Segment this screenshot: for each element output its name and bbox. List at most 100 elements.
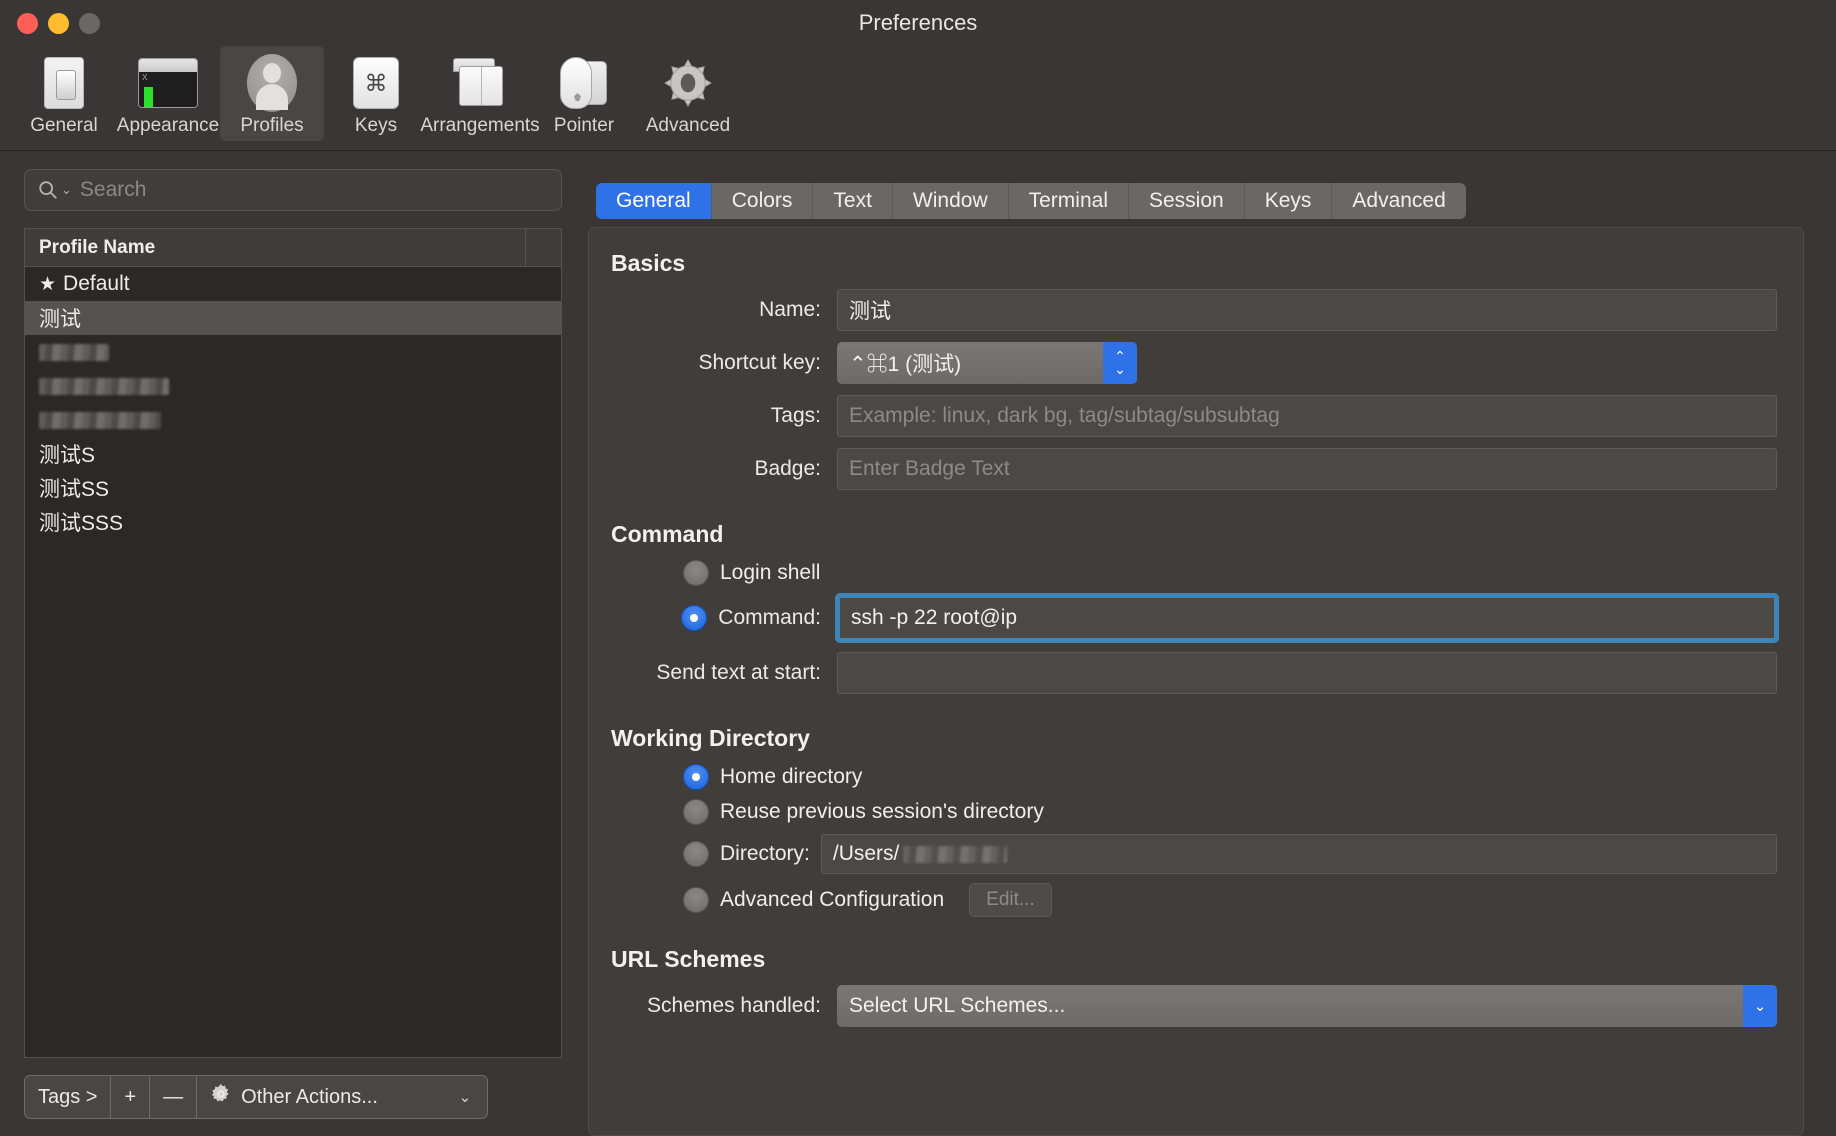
profiles-icon: [247, 52, 297, 114]
profile-actions-segmented-control: Tags > + — Other Actions... ⌄: [24, 1075, 489, 1119]
directory-label: Directory:: [720, 842, 810, 865]
tab-colors[interactable]: Colors: [711, 183, 814, 219]
profile-settings-pane: General Colors Text Window Terminal Sess…: [580, 151, 1836, 1136]
toolbar-label-advanced: Advanced: [645, 115, 731, 136]
profile-name: 测试SS: [39, 478, 110, 501]
login-shell-label: Login shell: [720, 561, 821, 584]
profile-row[interactable]: 测试SS: [25, 471, 561, 505]
directory-option[interactable]: Directory: /Users/: [683, 834, 1777, 874]
schemes-handled-row: Schemes handled: Select URL Schemes... ⌄: [611, 985, 1777, 1027]
home-directory-radio[interactable]: [683, 764, 709, 790]
profile-name: Default: [63, 272, 130, 295]
reuse-directory-option[interactable]: Reuse previous session's directory: [683, 799, 1777, 825]
toolbar-label-keys: Keys: [354, 115, 398, 136]
toolbar-item-advanced[interactable]: Advanced: [636, 46, 740, 141]
tags-input[interactable]: Example: linux, dark bg, tag/subtag/subs…: [837, 395, 1777, 437]
shortcut-key-value: ⌃⌘1 (测试): [849, 353, 962, 376]
login-shell-option[interactable]: Login shell: [683, 560, 1777, 586]
tags-button[interactable]: Tags >: [25, 1076, 112, 1118]
profiles-list: Profile Name ★ Default 测试 测试S 测试SS 测试SSS: [24, 228, 562, 1058]
directory-radio[interactable]: [683, 841, 709, 867]
toolbar-item-keys[interactable]: ⌘ Keys: [324, 46, 428, 141]
zoom-window-button[interactable]: [79, 13, 100, 34]
toolbar-label-profiles: Profiles: [240, 115, 304, 136]
name-label: Name:: [759, 298, 821, 321]
chevron-down-icon: ⌄: [1743, 985, 1777, 1027]
command-input[interactable]: ssh -p 22 root@ip: [835, 593, 1779, 643]
other-actions-button[interactable]: Other Actions... ⌄: [197, 1076, 487, 1118]
schemes-handled-value: Select URL Schemes...: [849, 994, 1066, 1017]
profile-row-selected[interactable]: 测试: [25, 301, 561, 335]
profile-row[interactable]: 测试SSS: [25, 505, 561, 539]
keys-icon: ⌘: [353, 52, 399, 114]
profiles-list-header: Profile Name: [25, 229, 561, 267]
general-tab-panel: Basics Name: 测试 Shortcut key: ⌃⌘1 (测试) ⌃…: [588, 227, 1804, 1136]
profile-name: 测试: [39, 308, 81, 331]
close-window-button[interactable]: [17, 13, 38, 34]
remove-profile-button[interactable]: —: [150, 1076, 198, 1118]
star-icon: ★: [39, 273, 57, 295]
name-row: Name: 测试: [611, 289, 1777, 331]
send-text-row: Send text at start:: [611, 652, 1777, 694]
shortcut-key-row: Shortcut key: ⌃⌘1 (测试) ⌃ ⌄: [611, 342, 1777, 384]
directory-value: /Users/: [832, 842, 900, 865]
home-directory-option[interactable]: Home directory: [683, 764, 1777, 790]
search-placeholder: Search: [79, 178, 147, 201]
column-header-spacer: [525, 229, 561, 266]
name-input[interactable]: 测试: [837, 289, 1777, 331]
search-icon: ⌄: [37, 179, 72, 201]
tab-keys[interactable]: Keys: [1244, 183, 1333, 219]
tab-text[interactable]: Text: [813, 183, 893, 219]
toolbar-item-arrangements[interactable]: Arrangements: [420, 46, 540, 141]
other-actions-label: Other Actions...: [241, 1085, 378, 1108]
section-title-url-schemes: URL Schemes: [611, 946, 766, 972]
tab-terminal[interactable]: Terminal: [1008, 183, 1129, 219]
window-title: Preferences: [858, 10, 978, 35]
tab-advanced[interactable]: Advanced: [1332, 183, 1466, 219]
command-row: Command: ssh -p 22 root@ip: [611, 593, 1779, 643]
profiles-bottom-toolbar: Tags > + — Other Actions... ⌄: [24, 1058, 562, 1136]
section-title-basics: Basics: [611, 250, 686, 276]
command-label: Command:: [718, 606, 821, 629]
send-text-input[interactable]: [837, 652, 1777, 694]
gear-icon: [210, 1083, 232, 1111]
profile-row-default[interactable]: ★ Default: [25, 267, 561, 301]
advanced-configuration-radio[interactable]: [683, 887, 709, 913]
profile-name: 测试S: [39, 444, 96, 467]
minimize-window-button[interactable]: [48, 13, 69, 34]
reuse-directory-radio[interactable]: [683, 799, 709, 825]
badge-input[interactable]: Enter Badge Text: [837, 448, 1777, 490]
pointer-icon: [555, 52, 613, 114]
search-input[interactable]: ⌄ Search: [24, 169, 562, 211]
advanced-gear-icon: [662, 52, 714, 114]
tags-row: Tags: Example: linux, dark bg, tag/subta…: [611, 395, 1777, 437]
command-radio[interactable]: [681, 605, 708, 631]
toolbar-item-pointer[interactable]: Pointer: [532, 46, 636, 141]
shortcut-key-popup[interactable]: ⌃⌘1 (测试) ⌃ ⌄: [837, 342, 1137, 384]
badge-label: Badge:: [754, 457, 821, 480]
tags-label: Tags:: [770, 404, 821, 427]
profile-row-redacted[interactable]: [25, 403, 561, 437]
profile-row-redacted[interactable]: [25, 335, 561, 369]
schemes-handled-pulldown[interactable]: Select URL Schemes... ⌄: [837, 985, 1777, 1027]
tab-session[interactable]: Session: [1128, 183, 1245, 219]
tab-window[interactable]: Window: [892, 183, 1009, 219]
toolbar-item-profiles[interactable]: Profiles: [220, 46, 324, 141]
profile-row-redacted[interactable]: [25, 369, 561, 403]
redacted-profile-name: [39, 411, 161, 429]
window-title-bar: Preferences: [0, 0, 1836, 46]
stepper-icon[interactable]: ⌃ ⌄: [1103, 342, 1137, 384]
toolbar-item-general[interactable]: General: [12, 46, 116, 141]
toolbar-item-appearance[interactable]: Appearance: [116, 46, 220, 141]
login-shell-radio[interactable]: [683, 560, 709, 586]
preferences-content: ⌄ Search Profile Name ★ Default 测试 测试S 测…: [0, 151, 1836, 1136]
tab-general[interactable]: General: [596, 183, 712, 219]
appearance-icon: [138, 52, 198, 114]
advanced-configuration-label: Advanced Configuration: [720, 888, 945, 911]
profile-row[interactable]: 测试S: [25, 437, 561, 471]
traffic-lights: [17, 13, 100, 34]
edit-button[interactable]: Edit...: [969, 883, 1052, 917]
directory-input[interactable]: /Users/: [820, 834, 1777, 874]
add-profile-button[interactable]: +: [111, 1076, 151, 1118]
advanced-configuration-option[interactable]: Advanced Configuration Edit...: [683, 883, 1777, 917]
